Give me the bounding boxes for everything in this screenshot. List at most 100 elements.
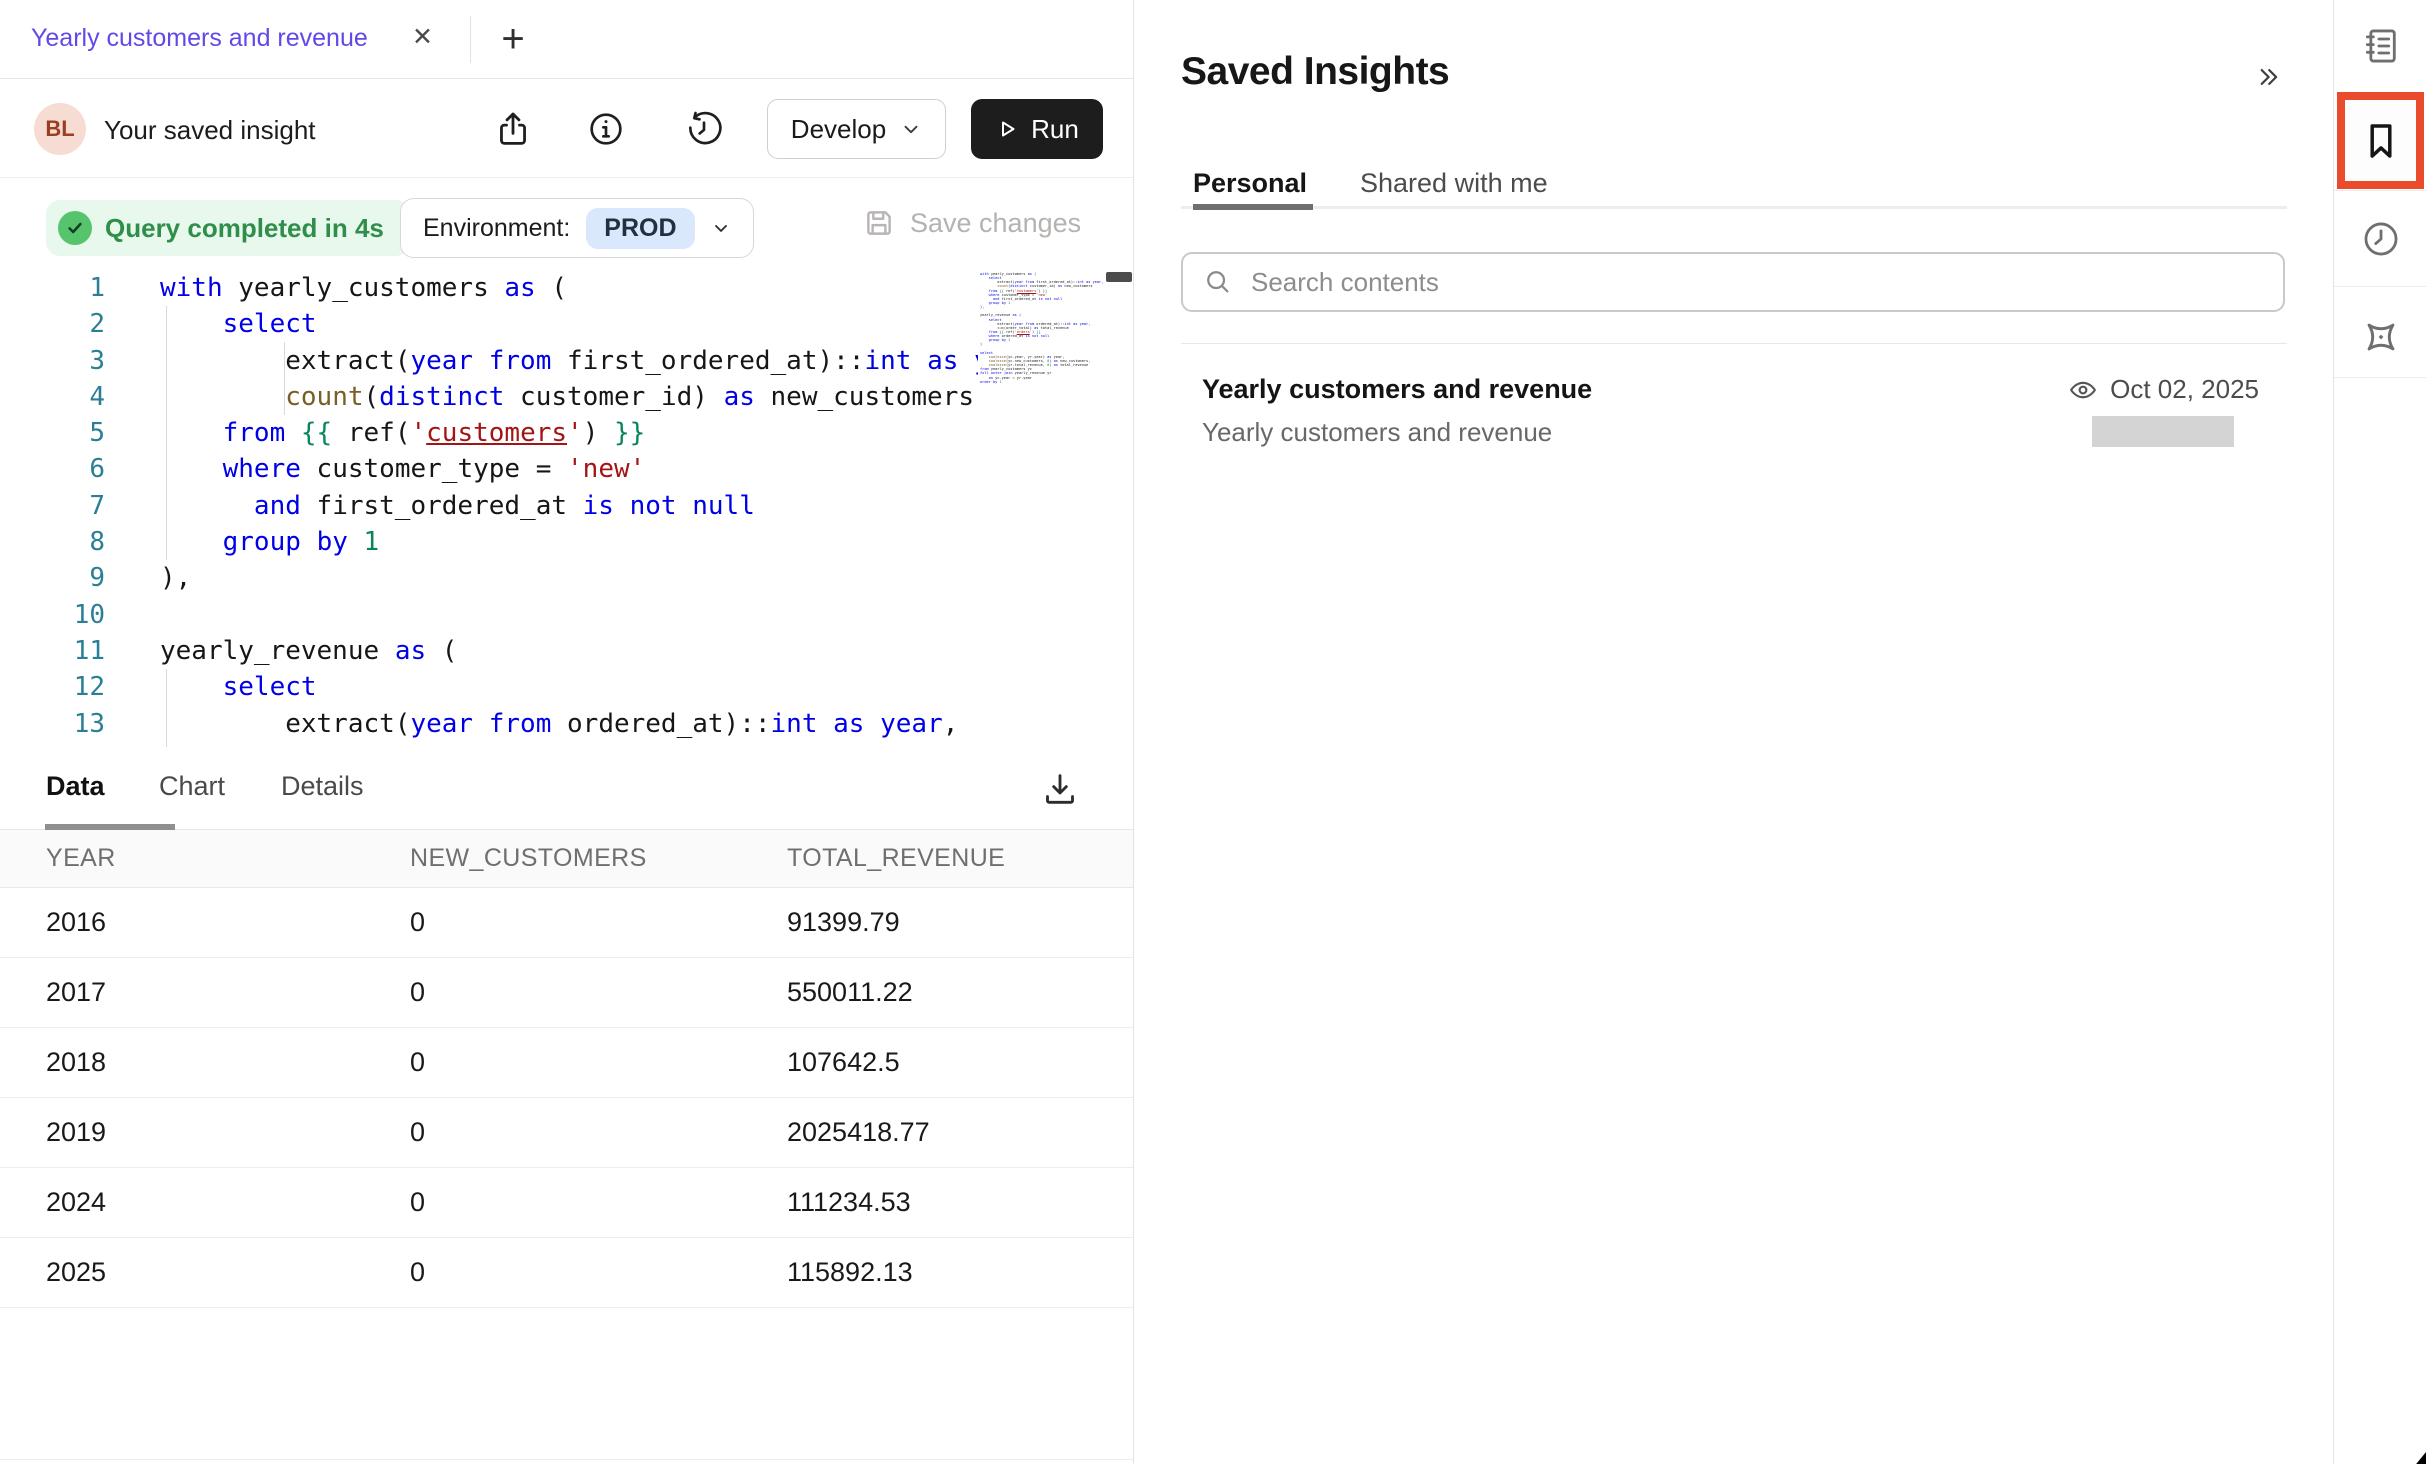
save-changes-label: Save changes bbox=[910, 208, 1081, 239]
history-rail-button[interactable] bbox=[2334, 208, 2426, 270]
column-header-year: YEAR bbox=[46, 844, 410, 873]
tab-details[interactable]: Details bbox=[281, 771, 364, 802]
rail-divider bbox=[2334, 190, 2426, 191]
insight-item-meta: Oct 02, 2025 bbox=[2054, 374, 2259, 405]
info-button[interactable] bbox=[586, 108, 628, 150]
new-tab-button[interactable]: + bbox=[486, 12, 540, 66]
code-line[interactable]: 8 group by 1 bbox=[0, 524, 978, 560]
line-number: 6 bbox=[0, 451, 105, 487]
table-cell: 2019 bbox=[46, 1117, 410, 1148]
indent-guide bbox=[166, 669, 167, 747]
check-circle-icon bbox=[58, 211, 92, 245]
table-cell: 115892.13 bbox=[787, 1257, 1133, 1288]
editor-section: Yearly customers and revenue ✕ + BL Your… bbox=[0, 0, 1133, 1464]
develop-label: Develop bbox=[791, 114, 886, 145]
code-line[interactable]: 9), bbox=[0, 560, 978, 596]
collapse-panel-button[interactable] bbox=[2253, 62, 2283, 92]
list-divider bbox=[1181, 343, 2287, 344]
table-cell: 107642.5 bbox=[787, 1047, 1133, 1078]
editor-scrollbar-thumb[interactable] bbox=[1106, 272, 1132, 282]
tab-data[interactable]: Data bbox=[46, 771, 105, 802]
journal-icon bbox=[2360, 25, 2402, 67]
line-number: 2 bbox=[0, 306, 105, 342]
play-icon bbox=[995, 117, 1019, 141]
table-row: 2016091399.79 bbox=[0, 888, 1133, 958]
environment-selector[interactable]: Environment: PROD bbox=[400, 198, 754, 258]
query-status-badge: Query completed in 4s bbox=[46, 200, 410, 256]
floppy-icon bbox=[862, 206, 896, 240]
environment-label: Environment: bbox=[423, 214, 570, 243]
panel-title: Saved Insights bbox=[1181, 50, 1449, 94]
table-cell: 2018 bbox=[46, 1047, 410, 1078]
run-button[interactable]: Run bbox=[971, 99, 1103, 159]
table-cell: 0 bbox=[410, 1117, 787, 1148]
history-icon bbox=[684, 109, 726, 149]
active-tab-underline bbox=[1193, 204, 1313, 210]
tab-close-icon[interactable]: ✕ bbox=[412, 22, 433, 52]
table-cell: 2025418.77 bbox=[787, 1117, 1133, 1148]
code-line[interactable]: 1with yearly_customers as ( bbox=[0, 270, 978, 306]
line-number: 7 bbox=[0, 488, 105, 524]
download-icon bbox=[1040, 769, 1088, 809]
code-line[interactable]: 10 bbox=[0, 597, 978, 633]
code-line[interactable]: 13 extract(year from ordered_at)::int as… bbox=[0, 706, 978, 742]
line-number: 8 bbox=[0, 524, 105, 560]
right-icon-rail bbox=[2333, 0, 2426, 1464]
code-line[interactable]: 3 extract(year from first_ordered_at)::i… bbox=[0, 343, 978, 379]
clock-icon bbox=[2360, 218, 2402, 260]
code-line[interactable]: 5 from {{ ref('customers') }} bbox=[0, 415, 978, 451]
history-button[interactable] bbox=[684, 108, 726, 150]
avatar[interactable]: BL bbox=[34, 103, 86, 155]
code-line[interactable]: 6 where customer_type = 'new' bbox=[0, 451, 978, 487]
results-table-header: YEAR NEW_CUSTOMERS TOTAL_REVENUE bbox=[0, 830, 1133, 888]
search-input[interactable] bbox=[1251, 267, 2205, 298]
table-cell: 2025 bbox=[46, 1257, 410, 1288]
chevron-down-icon bbox=[900, 118, 922, 140]
save-changes-button[interactable]: Save changes bbox=[862, 206, 1081, 240]
query-status-text: Query completed in 4s bbox=[105, 213, 384, 244]
tab-personal[interactable]: Personal bbox=[1193, 168, 1307, 199]
column-header-total-revenue: TOTAL_REVENUE bbox=[787, 844, 1133, 873]
code-line[interactable]: 12 select bbox=[0, 669, 978, 705]
line-number: 11 bbox=[0, 633, 105, 669]
code-line[interactable]: 7 and first_ordered_at is not null bbox=[0, 488, 978, 524]
minimap[interactable]: with yearly_customers as ( select extrac… bbox=[980, 272, 1106, 742]
table-cell: 2017 bbox=[46, 977, 410, 1008]
rail-divider bbox=[2334, 286, 2426, 287]
table-row: 20250115892.13 bbox=[0, 1238, 1133, 1308]
tab-shared-with-me[interactable]: Shared with me bbox=[1360, 168, 1548, 199]
tab-editor[interactable]: Yearly customers and revenue bbox=[31, 24, 368, 53]
line-number: 13 bbox=[0, 706, 105, 742]
insight-item-subtitle: Yearly customers and revenue bbox=[1202, 417, 1552, 448]
code-line[interactable]: 11yearly_revenue as ( bbox=[0, 633, 978, 669]
line-number: 9 bbox=[0, 560, 105, 596]
tab-chart[interactable]: Chart bbox=[159, 771, 225, 802]
table-cell: 0 bbox=[410, 907, 787, 938]
environment-value-badge: PROD bbox=[586, 208, 694, 249]
code-line[interactable]: 2 select bbox=[0, 306, 978, 342]
table-cell: 111234.53 bbox=[787, 1187, 1133, 1218]
insight-item-title[interactable]: Yearly customers and revenue bbox=[1202, 374, 1592, 405]
sql-editor[interactable]: 1with yearly_customers as (2 select3 ext… bbox=[0, 258, 1133, 747]
insight-item-date: Oct 02, 2025 bbox=[2110, 374, 2259, 405]
results-table-body: 2016091399.7920170550011.2220180107642.5… bbox=[0, 888, 1133, 1308]
download-button[interactable] bbox=[1040, 765, 1088, 813]
line-number: 1 bbox=[0, 270, 105, 306]
results-tab-bar: Data Chart Details bbox=[0, 747, 1133, 830]
search-icon bbox=[1203, 267, 1233, 297]
dbt-icon bbox=[2359, 315, 2403, 359]
code-line[interactable]: 4 count(distinct customer_id) as new_cus… bbox=[0, 379, 978, 415]
table-row: 20180107642.5 bbox=[0, 1028, 1133, 1098]
share-button[interactable] bbox=[492, 108, 534, 150]
table-cell: 0 bbox=[410, 1047, 787, 1078]
develop-dropdown[interactable]: Develop bbox=[767, 99, 946, 159]
column-header-new-customers: NEW_CUSTOMERS bbox=[410, 844, 787, 873]
code-area[interactable]: 1with yearly_customers as (2 select3 ext… bbox=[0, 270, 978, 742]
journal-button[interactable] bbox=[2334, 14, 2426, 78]
chevron-down-icon bbox=[711, 218, 731, 238]
dbt-explore-button[interactable] bbox=[2334, 306, 2426, 368]
bottom-border bbox=[0, 1459, 1133, 1460]
double-chevron-right-icon bbox=[2253, 62, 2283, 92]
eye-icon bbox=[2068, 375, 2098, 405]
bookmarks-button-active[interactable] bbox=[2337, 92, 2424, 189]
